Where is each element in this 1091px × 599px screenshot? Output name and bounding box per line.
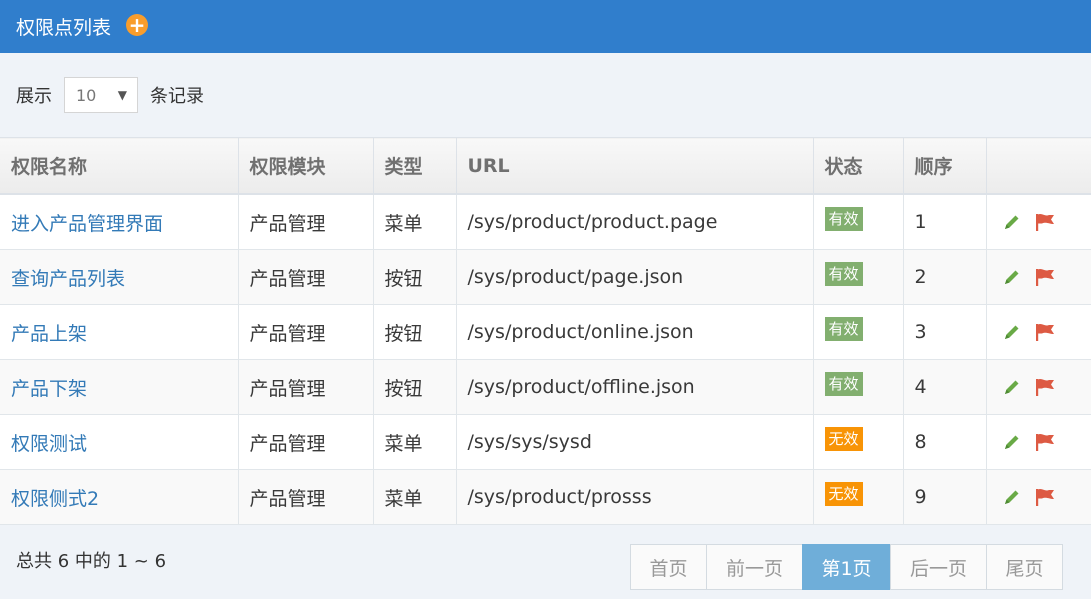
table-toolbar: 展示 10 ▼ 条记录 (0, 53, 1091, 137)
permission-url: /sys/product/product.page (455, 193, 814, 250)
permission-module: 产品管理 (237, 193, 374, 250)
permission-order: 1 (902, 193, 987, 250)
pencil-icon[interactable] (1002, 322, 1022, 342)
table-row: 查询产品列表 产品管理 按钮/sys/product/page.json 有效 2 (0, 249, 1091, 305)
permission-module: 产品管理 (237, 469, 374, 525)
status-badge: 无效 (824, 482, 863, 506)
permission-name-link[interactable]: 产品上架 (11, 323, 87, 345)
pencil-icon[interactable] (1002, 377, 1022, 397)
pencil-icon[interactable] (1002, 267, 1022, 287)
permission-url: /sys/sys/sysd (455, 414, 814, 470)
actions-cell (985, 469, 1091, 525)
flag-icon[interactable] (1034, 377, 1056, 397)
current-page-button[interactable]: 第1页 (802, 544, 891, 590)
column-header-type[interactable]: 类型 (372, 137, 457, 195)
permission-order: 9 (902, 469, 987, 525)
page-header: 权限点列表 + (0, 0, 1091, 53)
first-page-button[interactable]: 首页 (630, 544, 707, 590)
pencil-icon[interactable] (1002, 432, 1022, 452)
table-header-row: 权限名称 权限模块 类型 URL 状态 顺序 (0, 137, 1091, 195)
column-header-url[interactable]: URL (455, 137, 814, 195)
permission-order: 4 (902, 359, 987, 415)
actions-cell (985, 193, 1091, 250)
permission-url: /sys/product/page.json (455, 249, 814, 305)
add-permission-icon[interactable]: + (126, 13, 149, 36)
permission-table: 权限名称 权限模块 类型 URL 状态 顺序 进入产品管理界面 产品管理 菜单/sy… (0, 137, 1091, 525)
table-footer: 总共 6 中的 1 ~ 6 首页 前一页 第1页 后一页 尾页 (0, 525, 1091, 599)
permission-name-link[interactable]: 权限测试 (11, 433, 87, 455)
flag-icon[interactable] (1034, 432, 1056, 452)
status-badge: 有效 (824, 207, 863, 231)
actions-cell (985, 414, 1091, 470)
prev-page-button[interactable]: 前一页 (706, 544, 803, 590)
permission-url: /sys/product/online.json (455, 304, 814, 360)
status-badge: 有效 (824, 317, 863, 341)
table-row: 产品下架 产品管理 按钮/sys/product/offline.json 有效 4 (0, 359, 1091, 415)
record-summary: 总共 6 中的 1 ~ 6 (16, 551, 167, 572)
table-row: 权限测试 产品管理 菜单/sys/sys/sysd 无效 8 (0, 414, 1091, 470)
status-cell: 无效 (812, 414, 904, 470)
permission-name-link[interactable]: 权限侧式2 (11, 488, 99, 510)
permission-name-link[interactable]: 产品下架 (11, 378, 87, 400)
permission-name-link[interactable]: 查询产品列表 (11, 268, 125, 290)
show-label: 展示 (16, 86, 52, 107)
page-size-select[interactable]: 10 ▼ (64, 77, 138, 113)
pagination: 首页 前一页 第1页 后一页 尾页 (630, 544, 1063, 590)
status-cell: 有效 (812, 304, 904, 360)
permission-module: 产品管理 (237, 359, 374, 415)
actions-cell (985, 304, 1091, 360)
permission-type: 菜单 (372, 193, 457, 250)
status-cell: 无效 (812, 469, 904, 525)
table-row: 权限侧式2 产品管理 菜单/sys/product/prosss 无效 9 (0, 469, 1091, 525)
status-cell: 有效 (812, 193, 904, 250)
status-cell: 有效 (812, 249, 904, 305)
permission-url: /sys/product/prosss (455, 469, 814, 525)
permission-type: 按钮 (372, 249, 457, 305)
pencil-icon[interactable] (1002, 487, 1022, 507)
permission-type: 菜单 (372, 469, 457, 525)
permission-order: 8 (902, 414, 987, 470)
status-badge: 有效 (824, 262, 863, 286)
page-size-value: 10 (76, 85, 97, 105)
column-header-status[interactable]: 状态 (812, 137, 904, 195)
permission-module: 产品管理 (237, 304, 374, 360)
permission-type: 按钮 (372, 304, 457, 360)
actions-cell (985, 359, 1091, 415)
column-header-order[interactable]: 顺序 (902, 137, 987, 195)
pencil-icon[interactable] (1002, 212, 1022, 232)
permission-type: 按钮 (372, 359, 457, 415)
page-title: 权限点列表 (16, 17, 112, 39)
actions-cell (985, 249, 1091, 305)
chevron-down-icon: ▼ (117, 88, 127, 102)
flag-icon[interactable] (1034, 267, 1056, 287)
records-label: 条记录 (150, 86, 204, 107)
status-badge: 有效 (824, 372, 863, 396)
permission-order: 3 (902, 304, 987, 360)
permission-module: 产品管理 (237, 249, 374, 305)
status-cell: 有效 (812, 359, 904, 415)
flag-icon[interactable] (1034, 322, 1056, 342)
column-header-name[interactable]: 权限名称 (0, 137, 239, 195)
permission-url: /sys/product/offline.json (455, 359, 814, 415)
column-header-module[interactable]: 权限模块 (237, 137, 374, 195)
flag-icon[interactable] (1034, 212, 1056, 232)
next-page-button[interactable]: 后一页 (890, 544, 987, 590)
table-row: 进入产品管理界面 产品管理 菜单/sys/product/product.page 有… (0, 193, 1091, 250)
last-page-button[interactable]: 尾页 (986, 544, 1063, 590)
permission-module: 产品管理 (237, 414, 374, 470)
column-header-actions (985, 137, 1091, 195)
permission-order: 2 (902, 249, 987, 305)
permission-type: 菜单 (372, 414, 457, 470)
status-badge: 无效 (824, 427, 863, 451)
flag-icon[interactable] (1034, 487, 1056, 507)
table-row: 产品上架 产品管理 按钮/sys/product/online.json 有效 3 (0, 304, 1091, 360)
permission-name-link[interactable]: 进入产品管理界面 (11, 213, 163, 235)
